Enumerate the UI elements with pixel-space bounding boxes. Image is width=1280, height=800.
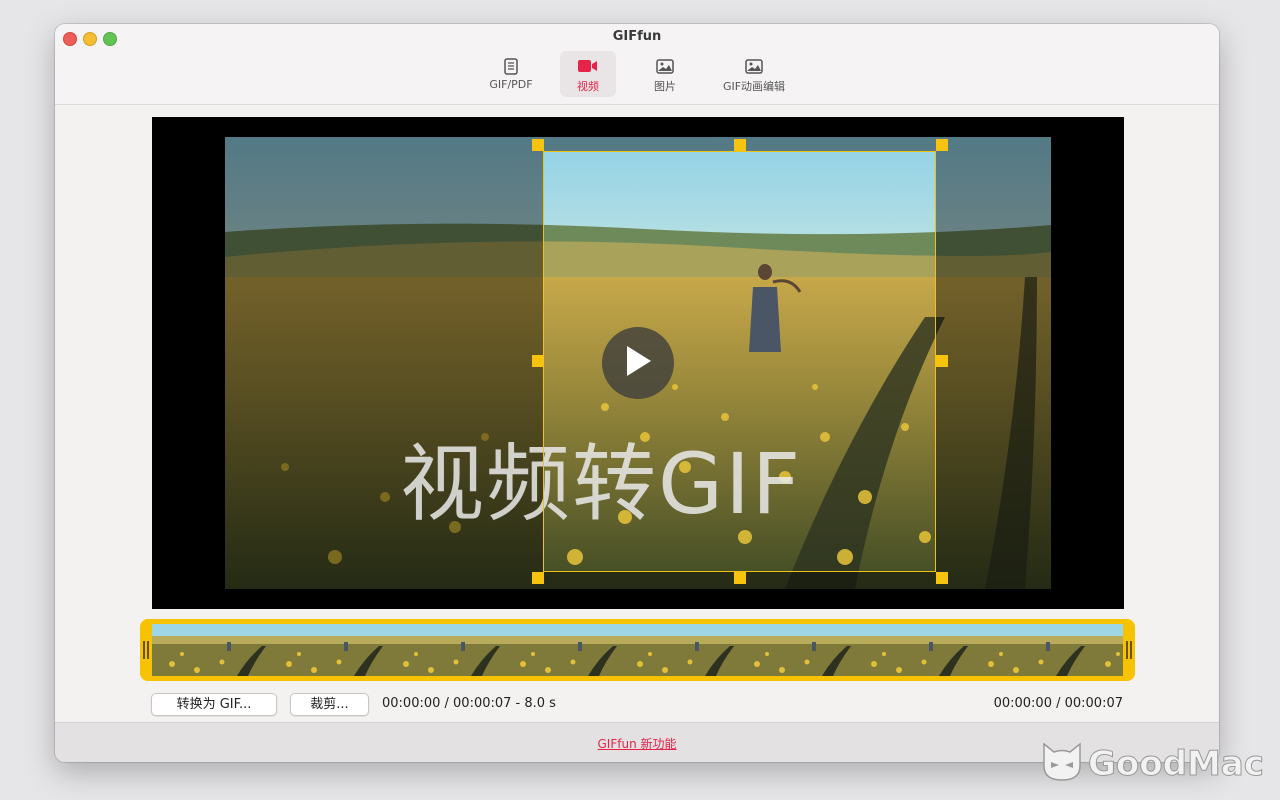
convert-to-gif-button[interactable]: 转换为 GIF... xyxy=(151,693,277,716)
play-icon xyxy=(623,344,653,382)
mode-toolbar: GIF/PDF 视频 图片 GIF动画编辑 xyxy=(55,51,1219,99)
tab-image[interactable]: 图片 xyxy=(637,51,693,97)
video-camera-icon xyxy=(578,57,598,75)
cat-logo-icon xyxy=(1040,742,1084,786)
play-button[interactable] xyxy=(602,327,674,399)
timeline-thumbnail xyxy=(269,624,386,676)
tab-video-label: 视频 xyxy=(577,80,599,93)
tab-video[interactable]: 视频 xyxy=(560,51,616,97)
timeline-thumbnail xyxy=(1088,624,1123,676)
tab-gif-animation-edit[interactable]: GIF动画编辑 xyxy=(713,51,795,97)
timeline-thumbnail xyxy=(971,624,1088,676)
document-icon xyxy=(504,57,518,75)
trim-handle-end[interactable] xyxy=(1123,619,1135,681)
image-icon xyxy=(656,57,674,75)
crop-handle-top-left[interactable] xyxy=(532,139,544,151)
timeline-thumbnail xyxy=(737,624,854,676)
crop-handle-bottom-left[interactable] xyxy=(532,572,544,584)
timeline-thumbnail xyxy=(854,624,971,676)
image-icon xyxy=(745,57,763,75)
selection-range-text: 00:00:00 / 00:00:07 - 8.0 s xyxy=(382,696,556,711)
crop-handle-top-right[interactable] xyxy=(936,139,948,151)
tab-gif-pdf-label: GIF/PDF xyxy=(489,78,533,91)
video-player: 视频转GIF xyxy=(152,117,1124,609)
crop-mask-right xyxy=(936,137,1051,589)
window-title: GIFfun xyxy=(612,29,662,44)
video-editor: 视频转GIF 转换为 GIF... 裁剪... 00:00:00 / 00:00… xyxy=(55,105,1219,722)
playback-position-text: 00:00:00 / 00:00:07 xyxy=(993,696,1123,711)
tab-gif-pdf[interactable]: GIF/PDF xyxy=(480,51,542,97)
timeline-thumbnail xyxy=(386,624,503,676)
goodmac-watermark: GoodMac xyxy=(1040,742,1264,786)
crop-handle-right[interactable] xyxy=(936,355,948,367)
timeline-thumbnail xyxy=(620,624,737,676)
tab-image-label: 图片 xyxy=(654,80,676,93)
title-bar: GIFfun GIF/PDF 视频 图片 GIF动画编辑 xyxy=(55,24,1219,105)
timeline-thumbnails xyxy=(152,624,1123,676)
app-window: GIFfun GIF/PDF 视频 图片 GIF动画编辑 视频转GIF 转换为 … xyxy=(55,24,1219,762)
crop-handle-bottom-right[interactable] xyxy=(936,572,948,584)
timeline-trimmer[interactable] xyxy=(140,619,1135,681)
timeline-thumbnail xyxy=(503,624,620,676)
crop-handle-top[interactable] xyxy=(734,139,746,151)
crop-handle-bottom[interactable] xyxy=(734,572,746,584)
trim-handle-start[interactable] xyxy=(140,619,152,681)
watermark-text: GoodMac xyxy=(1088,744,1265,785)
crop-handle-left[interactable] xyxy=(532,355,544,367)
crop-button[interactable]: 裁剪... xyxy=(290,693,369,716)
tab-gif-animation-edit-label: GIF动画编辑 xyxy=(722,80,786,93)
timeline-thumbnail xyxy=(152,624,269,676)
